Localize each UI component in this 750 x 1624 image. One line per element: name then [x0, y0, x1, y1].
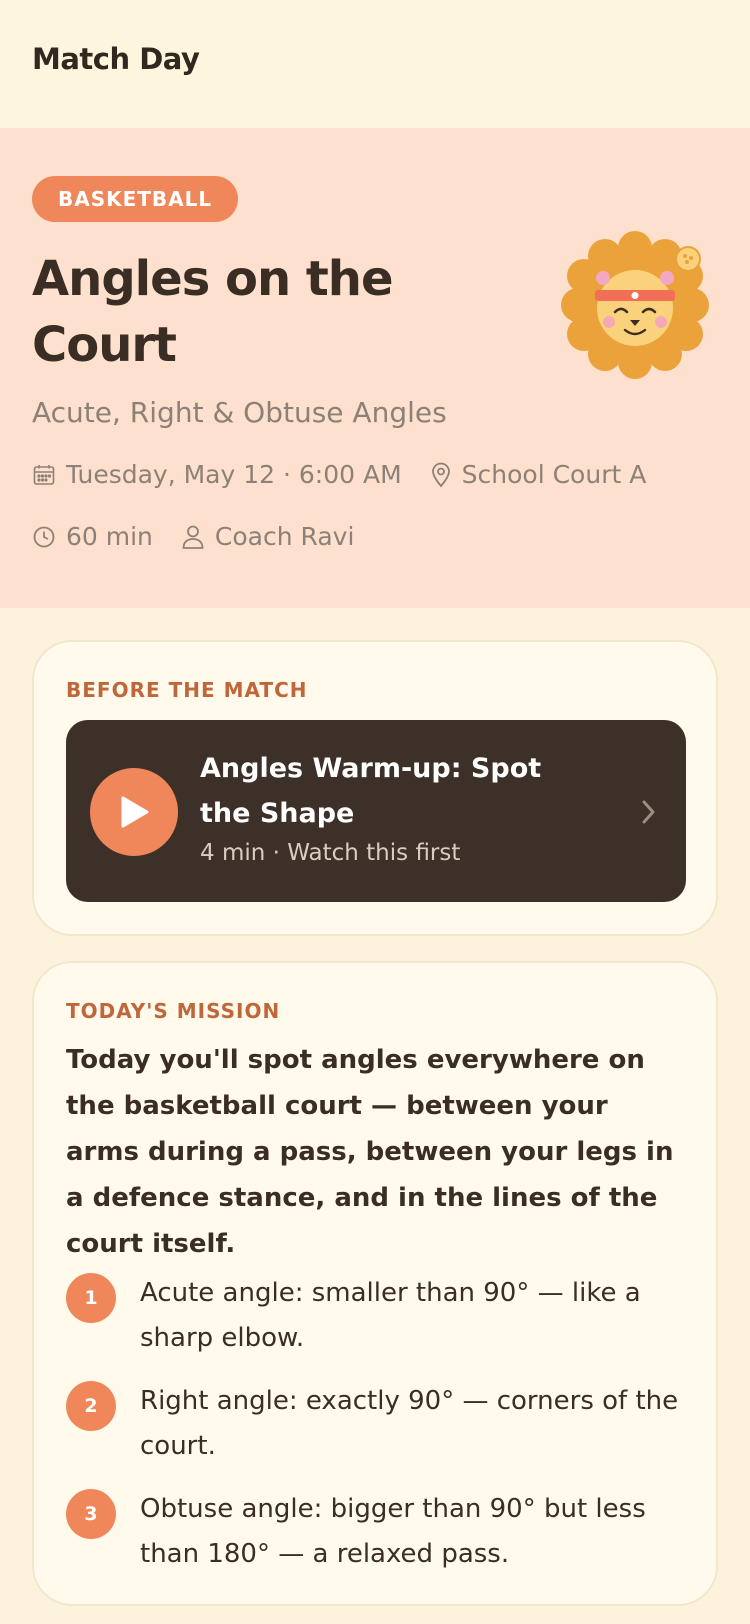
warmup-video-card[interactable]: Angles Warm-up: Spot the Shape 4 min · W… [66, 720, 686, 902]
coach-text: Coach Ravi [214, 522, 355, 551]
page-subtitle: Acute, Right & Obtuse Angles [32, 396, 447, 429]
calendar-icon [33, 464, 55, 485]
step-text: Obtuse angle: bigger than 90° but less t… [140, 1494, 646, 1569]
duration-text: 60 min [66, 522, 153, 551]
duration-meta: 60 min [32, 522, 153, 551]
location-meta: School Court A [430, 460, 647, 489]
coach-meta: Coach Ravi [181, 522, 355, 551]
before-match-card: BEFORE THE MATCH Angles Warm-up: Spot th… [32, 640, 718, 936]
list-item: 3 Obtuse angle: bigger than 90° but less… [66, 1489, 686, 1577]
date-text: Tuesday, May 12 · 6:00 AM [66, 460, 402, 489]
lion-mascot-icon [561, 231, 709, 379]
list-item: 1 Acute angle: smaller than 90° — like a… [66, 1273, 686, 1361]
sport-tag: BASKETBALL [32, 176, 239, 222]
mission-intro: Today you'll spot angles everywhere on t… [66, 1045, 674, 1259]
mission-label: TODAY'S MISSION [66, 999, 281, 1023]
play-button[interactable] [90, 768, 178, 856]
step-number: 1 [66, 1273, 116, 1323]
clock-icon [33, 526, 55, 547]
meta-row-date-location: Tuesday, May 12 · 6:00 AM School Court A [32, 460, 674, 489]
video-meta: 4 min · Watch this first [200, 840, 461, 866]
list-item: 2 Right angle: exactly 90° — corners of … [66, 1381, 686, 1469]
app-title: Match Day [32, 42, 200, 76]
step-number: 3 [66, 1489, 116, 1539]
before-match-label: BEFORE THE MATCH [66, 678, 308, 702]
location-pin-icon [431, 462, 450, 487]
meta-row-duration-coach: 60 min Coach Ravi [32, 522, 382, 551]
date-meta: Tuesday, May 12 · 6:00 AM [32, 460, 402, 489]
top-bar: Match Day [0, 0, 750, 128]
hero-section: BASKETBALL Angles on the Court Acute, Ri… [0, 128, 750, 608]
play-icon [121, 796, 149, 828]
page-title: Angles on the Court [32, 251, 394, 373]
video-title: Angles Warm-up: Spot the Shape [200, 753, 542, 829]
mission-card: TODAY'S MISSION Today you'll spot angles… [32, 961, 718, 1606]
step-text: Right angle: exactly 90° — corners of th… [140, 1386, 679, 1461]
person-icon [182, 525, 204, 549]
location-text: School Court A [461, 460, 647, 489]
chevron-right-icon [642, 800, 655, 824]
step-text: Acute angle: smaller than 90° — like a s… [140, 1278, 641, 1353]
step-number: 2 [66, 1381, 116, 1431]
